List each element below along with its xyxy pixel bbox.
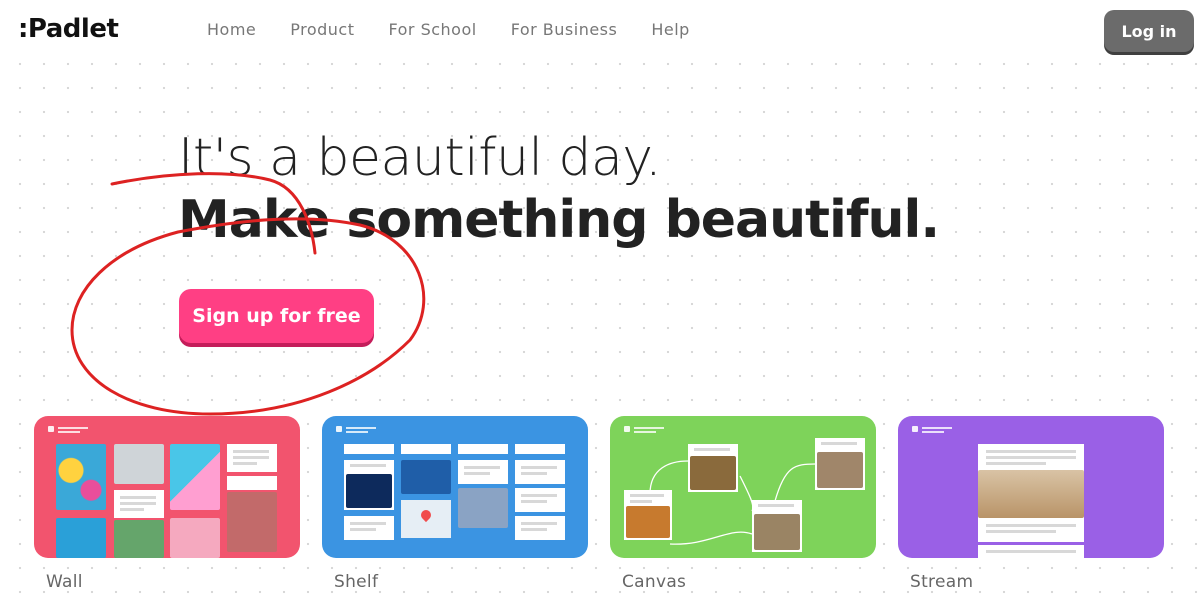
shelf-layout-card[interactable]	[322, 416, 588, 558]
wall-layout-label: Wall	[46, 572, 83, 592]
hero-subheadline: Make something beautiful.	[178, 190, 940, 250]
cat-post	[815, 438, 865, 490]
blue-tile	[56, 518, 106, 558]
stream-post-column	[978, 444, 1084, 558]
cat-photo-tile	[114, 444, 164, 484]
plant-photo-tile	[114, 520, 164, 558]
hero-headline: It's a beautiful day.	[178, 128, 662, 188]
lynx-post	[752, 500, 802, 552]
text-note-tile	[515, 460, 565, 484]
nav-product-link[interactable]: Product	[290, 20, 354, 39]
ocean-photo-post	[401, 460, 451, 494]
nav-for-business-link[interactable]: For Business	[511, 20, 618, 39]
text-note-tile	[227, 444, 277, 472]
text-note-tile	[227, 476, 277, 490]
stream-layout-label: Stream	[910, 572, 974, 592]
padlet-logo[interactable]: :Padlet	[18, 14, 119, 44]
login-button[interactable]: Log in	[1104, 10, 1194, 52]
phone-video-post	[458, 488, 508, 528]
card-header-icon	[336, 426, 376, 433]
leaf-illustration-tile	[170, 518, 220, 558]
top-navigation-bar: :Padlet Home Product For School For Busi…	[0, 0, 1200, 62]
cheetah-post	[688, 444, 738, 492]
column-header	[344, 444, 394, 454]
column-header	[458, 444, 508, 454]
column-header	[401, 444, 451, 454]
text-note-tile	[344, 516, 394, 540]
canvas-layout-label: Canvas	[622, 572, 687, 592]
abstract-art-overlay	[56, 444, 106, 510]
card-header-icon	[48, 426, 88, 433]
tiger-post	[624, 490, 672, 540]
text-note-tile	[515, 516, 565, 540]
column-header	[515, 444, 565, 454]
nav-help-link[interactable]: Help	[651, 20, 689, 39]
shoe-photo-tile	[227, 492, 277, 552]
nav-home-link[interactable]: Home	[207, 20, 256, 39]
text-note-tile	[458, 460, 508, 484]
map-pin-icon	[418, 507, 434, 523]
shelf-layout-label: Shelf	[334, 572, 379, 592]
main-nav: Home Product For School For Business Hel…	[207, 20, 690, 39]
stream-layout-card[interactable]	[898, 416, 1164, 558]
jellyfish-post	[344, 460, 394, 510]
text-note-tile	[515, 488, 565, 512]
canvas-layout-card[interactable]	[610, 416, 876, 558]
map-pin-post	[401, 500, 451, 538]
video-tile	[170, 444, 220, 510]
wall-layout-card[interactable]	[34, 416, 300, 558]
camels-photo	[978, 470, 1084, 518]
card-header-icon	[912, 426, 952, 433]
text-note-tile	[114, 490, 164, 518]
sign-up-button[interactable]: Sign up for free	[179, 289, 374, 343]
nav-for-school-link[interactable]: For School	[389, 20, 477, 39]
